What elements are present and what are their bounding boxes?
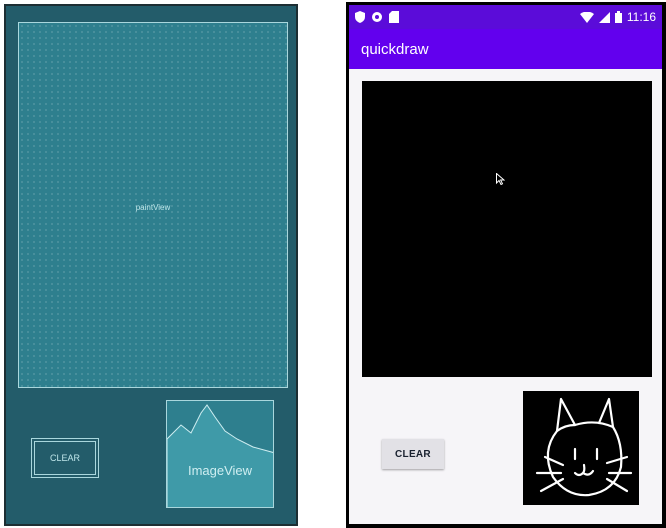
sd-card-icon bbox=[389, 11, 399, 23]
device-frame: 11:16 quickdraw CLEAR bbox=[346, 2, 666, 528]
image-view-placeholder[interactable]: ImageView bbox=[166, 400, 274, 508]
battery-icon bbox=[614, 11, 622, 23]
cat-drawing-icon bbox=[535, 397, 633, 497]
wifi-icon bbox=[579, 11, 594, 23]
status-bar: 11:16 bbox=[349, 5, 662, 29]
drawing-preview-image bbox=[523, 391, 639, 505]
paint-view-placeholder[interactable]: paintView bbox=[18, 22, 288, 388]
app-bar: quickdraw bbox=[349, 29, 662, 69]
clear-button-placeholder[interactable]: CLEAR bbox=[31, 438, 99, 478]
settings-icon bbox=[372, 12, 382, 22]
status-time: 11:16 bbox=[626, 10, 656, 24]
image-view-label: ImageView bbox=[187, 463, 253, 478]
layout-blueprint: paintView CLEAR ImageView bbox=[4, 4, 298, 526]
app-title: quickdraw bbox=[361, 40, 429, 58]
signal-icon bbox=[598, 11, 610, 23]
drawing-canvas[interactable] bbox=[362, 81, 652, 377]
device-screen: 11:16 quickdraw CLEAR bbox=[349, 5, 662, 524]
clear-button[interactable]: CLEAR bbox=[382, 439, 444, 469]
mouse-cursor-icon bbox=[496, 173, 505, 185]
shield-icon bbox=[355, 11, 365, 23]
paint-view-label: paintView bbox=[135, 203, 171, 212]
mountain-icon bbox=[167, 404, 273, 507]
